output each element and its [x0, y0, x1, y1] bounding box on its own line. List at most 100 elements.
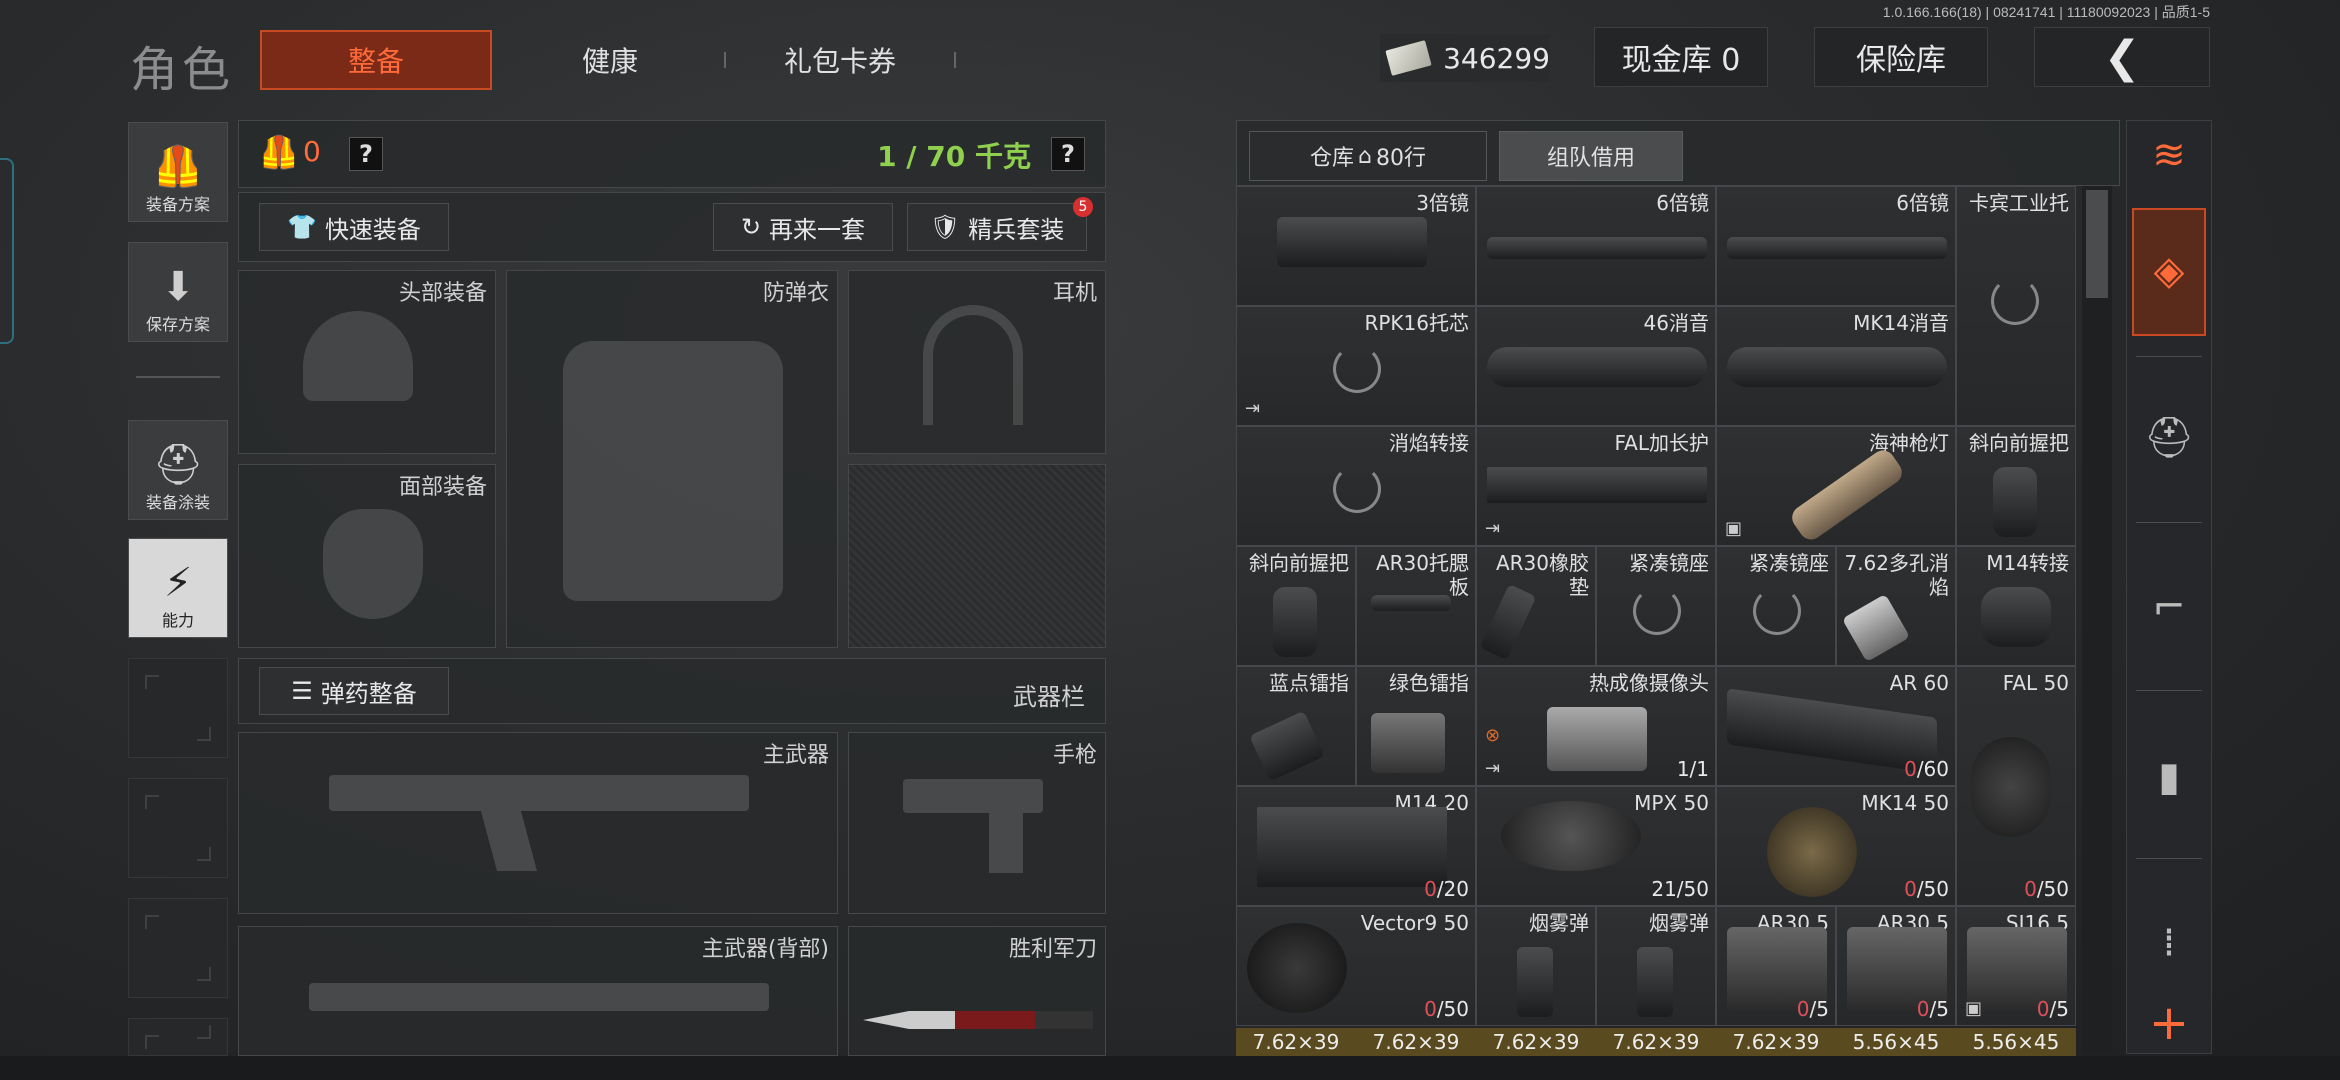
tab-gift-coupons[interactable]: 礼包卡券	[760, 30, 920, 90]
inventory-item[interactable]: SJ16 5 ▣ 0/5	[1956, 906, 2076, 1026]
magazine-icon	[1257, 807, 1447, 887]
empty-slot[interactable]	[128, 898, 228, 998]
loading-icon	[1633, 587, 1681, 635]
inventory-item[interactable]: M14转接	[1956, 546, 2076, 666]
rifle-category-icon[interactable]: ⌐	[2126, 564, 2212, 650]
knife-slot[interactable]: 胜利军刀	[848, 926, 1106, 1056]
helmet-paint-icon: ⛑	[152, 442, 204, 488]
thermal-camera-icon	[1547, 707, 1647, 771]
inventory-item[interactable]: MPX 50 21/50	[1476, 786, 1716, 906]
ammo-prep-button[interactable]: ☰ 弹药整备	[259, 667, 449, 715]
inventory-item[interactable]: MK14消音	[1716, 306, 1956, 426]
inventory-item[interactable]: 消焰转接	[1236, 426, 1476, 546]
inventory-item[interactable]: AR30橡胶垫	[1476, 546, 1596, 666]
inventory-item[interactable]: 6倍镜	[1476, 186, 1716, 306]
ammo-label: 7.62×39	[1716, 1028, 1836, 1056]
inventory-item[interactable]: AR30 5 0/5	[1716, 906, 1836, 1026]
tab-loadout[interactable]: 整备	[260, 30, 492, 90]
inventory-item[interactable]: FAL 50 0/50	[1956, 666, 2076, 906]
inventory-item[interactable]: Vector9 50 0/50	[1236, 906, 1476, 1026]
handguard-icon	[1487, 467, 1707, 503]
tab-health[interactable]: 健康	[530, 30, 690, 90]
cash-vault-button[interactable]: 现金库 0	[1594, 27, 1768, 87]
armor-help-icon[interactable]: ?	[349, 137, 383, 171]
inventory-scrollbar[interactable]	[2082, 186, 2112, 1054]
inventory-item[interactable]: 卡宾工业托	[1956, 186, 2076, 426]
inventory-item[interactable]: 海神枪灯 ▣	[1716, 426, 1956, 546]
shirt-icon: 👕	[287, 213, 317, 241]
pistol-label: 手枪	[1052, 743, 1097, 768]
count-current: 0	[1916, 997, 1930, 1021]
muzzle-brake-icon	[1841, 593, 1911, 663]
save-plan-button[interactable]: ⬇ 保存方案	[128, 242, 228, 342]
inventory-item[interactable]: 6倍镜	[1716, 186, 1956, 306]
rifle-icon	[329, 775, 749, 811]
ear-slot-label: 耳机	[1052, 281, 1097, 306]
inventory-item[interactable]: 热成像摄像头 ⊗ ⇥ 1/1	[1476, 666, 1716, 786]
paint-label: 装备涂装	[145, 493, 210, 512]
quick-equip-button[interactable]: 👕 快速装备	[259, 203, 449, 251]
inventory-item[interactable]: AR 60 0/60	[1716, 666, 1956, 786]
count-current: 0	[1904, 877, 1917, 901]
elite-set-button[interactable]: 🛡 精兵套装	[907, 203, 1087, 251]
head-slot[interactable]: 头部装备	[238, 270, 496, 454]
scope-icon	[1487, 237, 1707, 259]
primary-weapon-slot[interactable]: 主武器	[238, 732, 838, 914]
inventory-item[interactable]: MK14 50 0/50	[1716, 786, 1956, 906]
scope-icon	[1277, 217, 1427, 267]
inventory-item[interactable]: 斜向前握把	[1956, 426, 2076, 546]
inventory-scroll-thumb[interactable]	[2086, 190, 2108, 298]
magazine-category-icon[interactable]: ▮	[2126, 734, 2212, 820]
warehouse-tab[interactable]: 仓库 ⌂ 80行	[1249, 131, 1487, 181]
count-capacity: /50	[1916, 877, 1949, 901]
loadout-plan-label: 装备方案	[145, 195, 210, 214]
inventory-item[interactable]: 烟雾弹	[1596, 906, 1716, 1026]
equipment-paint-button[interactable]: ⛑ 装备涂装	[128, 420, 228, 520]
inventory-item[interactable]: 3倍镜	[1236, 186, 1476, 306]
face-slot[interactable]: 面部装备	[238, 464, 496, 648]
item-name: 卡宾工业托	[1969, 191, 2069, 215]
equip-status-bar: 🦺 0 ? 1 / 70 千克 ?	[238, 120, 1106, 188]
inventory-item[interactable]: 斜向前握把	[1236, 546, 1356, 666]
insurance-vault-button[interactable]: 保险库	[1814, 27, 1988, 87]
inventory-item[interactable]: 绿色镭指	[1356, 666, 1476, 786]
loadout-plan-button[interactable]: 🦺 装备方案	[128, 122, 228, 222]
again-button[interactable]: ↻ 再来一套	[713, 203, 893, 251]
inventory-item[interactable]: AR30 5 0/5	[1836, 906, 1956, 1026]
knife-icon	[863, 1011, 1093, 1029]
count-capacity: /5	[2049, 997, 2069, 1021]
inventory-item[interactable]: 7.62多孔消焰	[1836, 546, 1956, 666]
helmet-category-icon[interactable]: ⛑	[2126, 394, 2212, 480]
empty-slot[interactable]	[128, 778, 228, 878]
item-name: 烟雾弹	[1529, 911, 1589, 935]
vest-slot[interactable]: 防弹衣	[506, 270, 838, 648]
inventory-item[interactable]: 紧凑镜座	[1596, 546, 1716, 666]
inventory-item[interactable]: M14 20 0/20	[1236, 786, 1476, 906]
add-icon[interactable]: +	[2126, 980, 2212, 1066]
back-button[interactable]: ❮	[2034, 27, 2210, 87]
primary-back-slot[interactable]: 主武器(背部)	[238, 926, 838, 1056]
ability-button[interactable]: ⚡ 能力	[128, 538, 228, 638]
ear-slot[interactable]: 耳机	[848, 270, 1106, 454]
team-borrow-tab[interactable]: 组队借用	[1499, 131, 1683, 181]
pistol-slot[interactable]: 手枪	[848, 732, 1106, 914]
inventory-item[interactable]: 46消音	[1476, 306, 1716, 426]
lightning-icon: ⚡	[163, 560, 193, 606]
inventory-item[interactable]: AR30托腮板	[1356, 546, 1476, 666]
empty-slot[interactable]	[128, 658, 228, 758]
ammo-category-icon[interactable]: ⁞	[2126, 900, 2212, 986]
loading-icon	[1991, 277, 2039, 325]
item-name: RPK16托芯	[1364, 311, 1469, 335]
inventory-item[interactable]: 紧凑镜座	[1716, 546, 1836, 666]
count-current: 0	[2024, 877, 2037, 901]
inventory-item[interactable]: 烟雾弹	[1476, 906, 1596, 1026]
weight-help-icon[interactable]: ?	[1051, 137, 1085, 171]
rifle-magazine-icon	[480, 811, 538, 871]
layers-refresh-icon[interactable]: ≋	[2126, 112, 2212, 198]
left-edge-handle[interactable]	[0, 158, 14, 344]
suppressor-icon	[1727, 347, 1947, 387]
inventory-item[interactable]: 蓝点镭指	[1236, 666, 1356, 786]
inventory-item[interactable]: RPK16托芯 ⇥	[1236, 306, 1476, 426]
empty-slot[interactable]	[128, 1018, 228, 1056]
inventory-item[interactable]: FAL加长护 ⇥	[1476, 426, 1716, 546]
